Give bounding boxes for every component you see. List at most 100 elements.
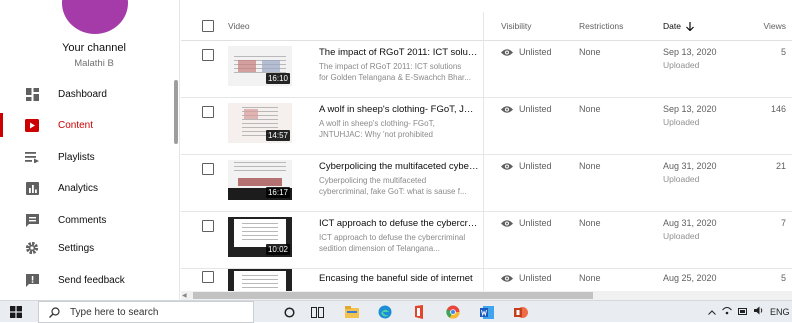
row-checkbox[interactable] [202,49,214,61]
video-description: The impact of RGoT 2011: ICT solutions f… [319,61,479,83]
video-title[interactable]: Cyberpolicing the multifaceted cyberc... [319,161,479,172]
playlists-icon [24,149,40,165]
video-thumbnail[interactable]: 10:02 [228,217,292,257]
video-description-line: ICT approach to defuse the cybercriminal [319,233,466,242]
views-cell: 7 [780,218,786,228]
video-description-line: Cyberpolicing the multifaceted [319,176,427,185]
table-row[interactable]: 10:02 ICT approach to defuse the cybercr… [181,212,792,269]
sidebar-item-label: Dashboard [58,88,107,100]
chevron-up-icon[interactable] [708,307,716,317]
thumbnail-image [238,60,256,72]
task-view-icon[interactable] [310,305,324,319]
sidebar-item-playlists[interactable]: Playlists [0,142,176,172]
search-icon [49,306,60,318]
volume-icon[interactable] [754,306,764,317]
video-duration: 16:10 [265,73,290,84]
video-title[interactable]: A wolf in sheep's clothing- FGoT, JNTU..… [319,104,479,115]
sidebar-item-dashboard[interactable]: Dashboard [0,79,176,109]
date-cell: Aug 31, 2020 [663,161,717,171]
select-all-checkbox[interactable] [202,20,214,32]
content-icon [24,117,40,133]
channel-avatar[interactable] [62,0,128,34]
sidebar-item-content[interactable]: Content [0,110,176,140]
visibility-cell[interactable]: Unlisted [501,218,552,228]
visibility-label: Unlisted [519,47,552,57]
restrictions-cell: None [579,104,601,114]
network-icon[interactable] [722,306,732,317]
sidebar-item-label: Playlists [58,151,95,163]
sidebar-item-analytics[interactable]: Analytics [0,173,176,203]
date-cell: Aug 25, 2020 [663,273,717,283]
input-language[interactable]: ENG [770,307,790,317]
horizontal-scrollbar[interactable]: ◀ [181,291,792,300]
video-thumbnail[interactable]: 14:57 [228,103,292,143]
visibility-cell[interactable]: Unlisted [501,273,552,283]
sidebar-item-settings[interactable]: Settings [0,233,176,263]
video-title[interactable]: The impact of RGoT 2011: ICT solutio... [319,47,479,58]
scroll-left-icon[interactable]: ◀ [182,292,187,299]
visibility-cell[interactable]: Unlisted [501,161,552,171]
dashboard-icon [24,86,40,102]
sidebar-item-send-feedback[interactable]: Send feedback [0,265,176,295]
video-description-line: sedition dimension of Telangana... [319,244,440,253]
video-title[interactable]: Encasing the baneful side of internet [319,273,479,284]
column-header-views[interactable]: Views [763,21,786,31]
taskbar-search-input[interactable]: Type here to search [38,301,254,323]
taskbar: Type here to search ENG [0,300,792,323]
video-title[interactable]: ICT approach to defuse the cybercrimi... [319,218,479,229]
column-header-visibility[interactable]: Visibility [501,21,532,31]
video-duration: 10:02 [265,244,290,255]
thumbnail-image [244,109,258,119]
thumbnail-text [242,223,278,241]
row-checkbox[interactable] [202,220,214,232]
restrictions-cell: None [579,273,601,283]
table-header: Video Visibility Restrictions Date Views [181,12,792,40]
eye-icon [501,162,513,170]
file-explorer-icon[interactable] [345,305,359,319]
video-description: A wolf in sheep's clothing- FGoT, JNTUHJ… [319,118,479,140]
sidebar-item-label: Send feedback [58,274,125,286]
table-row[interactable]: 16:10 The impact of RGoT 2011: ICT solut… [181,41,792,98]
sidebar-item-comments[interactable]: Comments [0,205,176,235]
scrollbar-thumb[interactable] [193,292,593,299]
video-description-line: for Golden Telangana & E-Swachch Bhar... [319,73,471,82]
powerpoint-icon[interactable] [514,305,528,319]
office-icon[interactable] [412,305,426,319]
table-row[interactable]: 14:57 A wolf in sheep's clothing- FGoT, … [181,98,792,155]
row-checkbox[interactable] [202,271,214,283]
visibility-cell[interactable]: Unlisted [501,104,552,114]
video-thumbnail[interactable]: 16:17 [228,160,292,200]
video-description: Cyberpolicing the multifaceted cybercrim… [319,175,479,197]
windows-start-icon[interactable] [10,306,22,318]
eye-icon [501,274,513,282]
system-tray: ENG [708,306,790,317]
edge-icon[interactable] [378,305,392,319]
row-checkbox[interactable] [202,163,214,175]
date-cell: Sep 13, 2020 [663,104,717,114]
youtube-studio-window: Your channel Malathi B Dashboard Content… [0,0,792,300]
thumbnail-image [262,60,280,72]
visibility-label: Unlisted [519,104,552,114]
word-icon[interactable] [480,305,494,319]
visibility-cell[interactable]: Unlisted [501,47,552,57]
views-cell: 5 [780,273,786,283]
sidebar-item-label: Comments [58,214,107,226]
views-cell: 146 [770,104,786,114]
restrictions-cell: None [579,47,601,57]
column-header-restrictions[interactable]: Restrictions [579,21,623,31]
table-row[interactable]: 16:17 Cyberpolicing the multifaceted cyb… [181,155,792,212]
video-thumbnail[interactable]: 16:10 [228,46,292,86]
cortana-icon[interactable] [282,305,296,319]
restrictions-cell: None [579,218,601,228]
column-header-date[interactable]: Date [663,21,694,31]
channel-name: Malathi B [74,58,114,69]
battery-icon[interactable] [738,307,748,317]
column-header-video[interactable]: Video [228,21,250,31]
search-placeholder: Type here to search [70,306,159,318]
eye-icon [501,48,513,56]
sidebar-scrollbar[interactable] [174,80,178,144]
content-table: Video Visibility Restrictions Date Views… [181,0,792,300]
sidebar: Your channel Malathi B Dashboard Content… [0,0,180,300]
row-checkbox[interactable] [202,106,214,118]
chrome-icon[interactable] [446,305,460,319]
